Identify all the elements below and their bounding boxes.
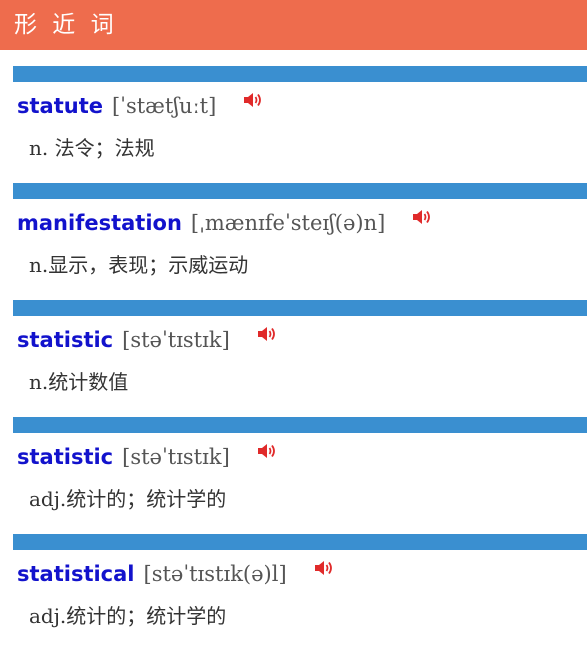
definition: n.显示，表现；示威运动 (29, 253, 249, 277)
word-link[interactable]: manifestation (17, 211, 182, 235)
speaker-icon[interactable] (242, 90, 264, 110)
phonetic: [stəˈtɪstɪk(ə)l] (143, 562, 287, 586)
definition: n. 法令；法规 (29, 136, 155, 160)
word-link[interactable]: statistic (17, 328, 113, 352)
entry-divider-bar (13, 300, 587, 316)
speaker-icon[interactable] (256, 441, 278, 461)
definition: n.统计数值 (29, 370, 129, 394)
definition: adj.统计的；统计学的 (29, 604, 227, 628)
entry-head: statistic [stəˈtɪstɪk] (13, 322, 587, 358)
word-entry: statistical [stəˈtɪstɪk(ə)l] adj.统计的；统计学… (13, 534, 587, 651)
word-entry: statute [ˈstætʃuːt] n. 法令；法规 (13, 66, 587, 183)
phonetic: [ˈstætʃuːt] (111, 94, 217, 118)
section-title: 形 近 词 (14, 12, 118, 38)
word-list: statute [ˈstætʃuːt] n. 法令；法规 manifestati… (0, 50, 587, 651)
phonetic: [stəˈtɪstɪk] (122, 328, 230, 352)
entry-head: statistical [stəˈtɪstɪk(ə)l] (13, 556, 587, 592)
word-link[interactable]: statistic (17, 445, 113, 469)
entry-head: statistic [stəˈtɪstɪk] (13, 439, 587, 475)
speaker-icon[interactable] (256, 324, 278, 344)
phonetic: [ˌmænɪfeˈsteɪʃ(ə)n] (190, 211, 386, 235)
word-entry: statistic [stəˈtɪstɪk] adj.统计的；统计学的 (13, 417, 587, 534)
definition: adj.统计的；统计学的 (29, 487, 227, 511)
word-link[interactable]: statistical (17, 562, 135, 586)
speaker-icon[interactable] (411, 207, 433, 227)
entry-head: manifestation [ˌmænɪfeˈsteɪʃ(ə)n] (13, 205, 587, 241)
entry-head: statute [ˈstætʃuːt] (13, 88, 587, 124)
section-header: 形 近 词 (0, 0, 587, 50)
word-link[interactable]: statute (17, 94, 103, 118)
speaker-icon[interactable] (313, 558, 335, 578)
entry-divider-bar (13, 66, 587, 82)
word-entry: manifestation [ˌmænɪfeˈsteɪʃ(ə)n] n.显示，表… (13, 183, 587, 300)
entry-divider-bar (13, 534, 587, 550)
word-entry: statistic [stəˈtɪstɪk] n.统计数值 (13, 300, 587, 417)
phonetic: [stəˈtɪstɪk] (122, 445, 230, 469)
entry-divider-bar (13, 417, 587, 433)
entry-divider-bar (13, 183, 587, 199)
